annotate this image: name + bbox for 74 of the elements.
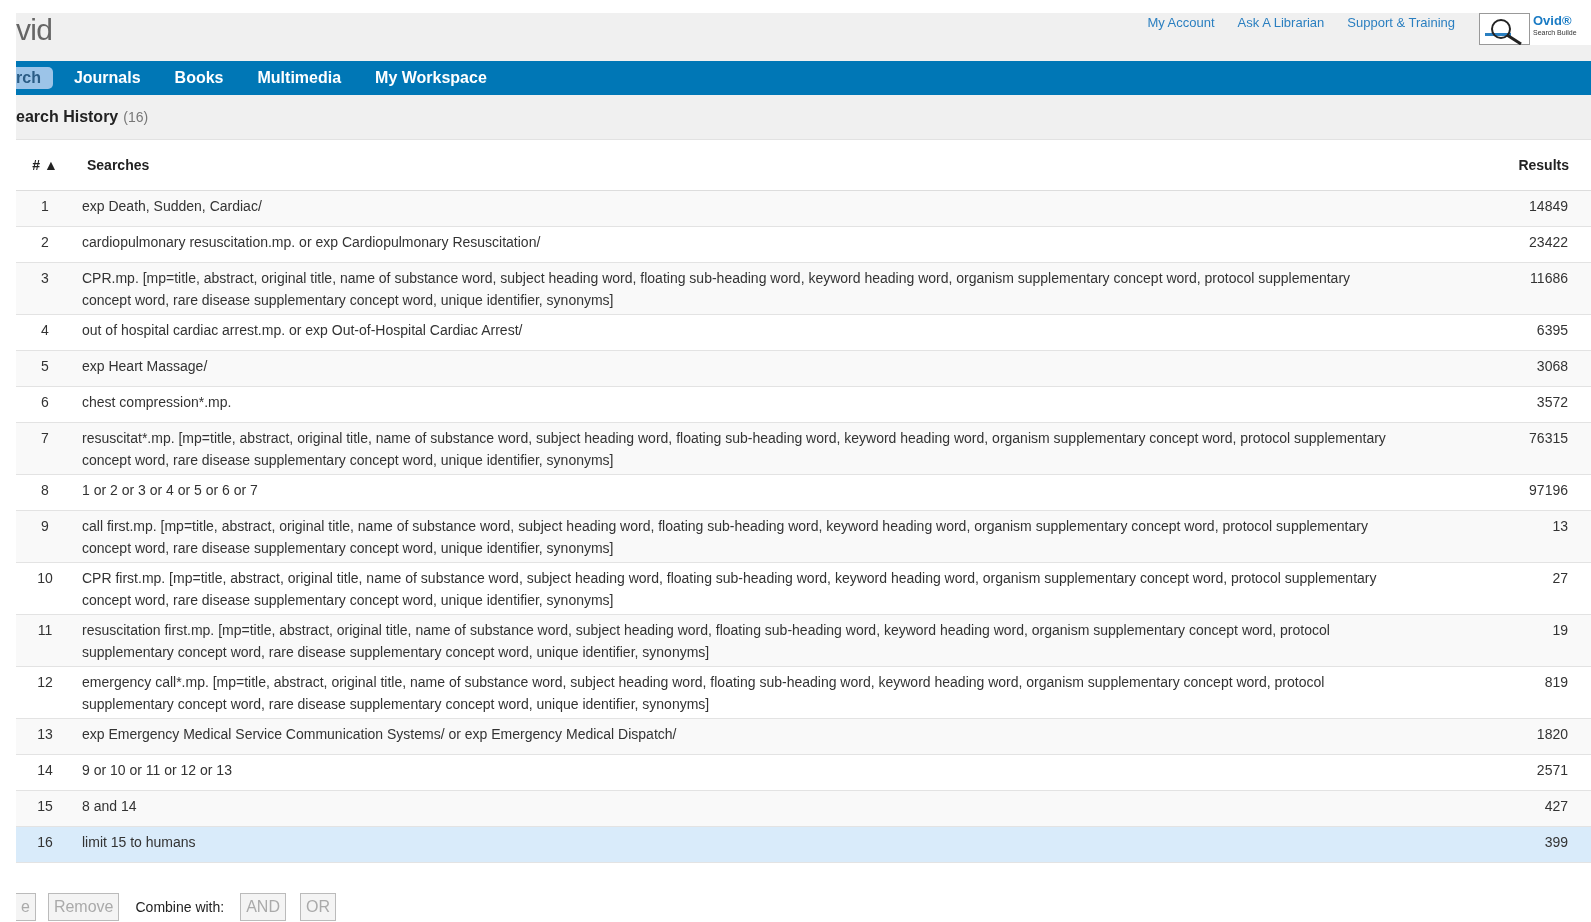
search-query: limit 15 to humans: [82, 834, 196, 850]
row-number: 12: [37, 673, 53, 692]
result-count: 11686: [1530, 269, 1568, 288]
logo: vid: [16, 15, 53, 45]
nav-tab[interactable]: Journals: [60, 67, 154, 89]
result-count: 14849: [1529, 197, 1568, 216]
row-number: 8: [41, 481, 49, 500]
item-count: (16): [123, 107, 149, 127]
search-query: CPR first.mp. [mp=title, abstract, original title, name of substance word, subject heading word, floating sub-heading word, keyword heading word, organism supplementary concept word, protocol supplementary concept word, rare disease supplementary concept word, unique identifier, synonyms]: [82, 570, 1377, 608]
search-query: call first.mp. [mp=title, abstract, original title, name of substance word, subject heading word, floating sub-heading word, keyword heading word, organism supplementary concept word, protocol supplementary concept word, rare disease supplementary concept word, unique identifier, synonyms]: [82, 518, 1368, 556]
result-count: 3068: [1536, 357, 1568, 376]
section-title: earch History: [16, 107, 119, 127]
brand-text: Ovid®: [1533, 13, 1573, 29]
row-number: 16: [37, 833, 53, 852]
result-count: 3572: [1536, 393, 1568, 412]
search-query: exp Emergency Medical Service Communication Systems/ or exp Emergency Medical Dispatch/: [82, 726, 677, 742]
search-query: 9 or 10 or 11 or 12 or 13: [82, 762, 232, 778]
row-number: 7: [41, 429, 49, 448]
row-number: 2: [41, 233, 49, 252]
result-count: 23422: [1529, 233, 1568, 252]
nav-tab[interactable]: Multimedia: [244, 67, 355, 89]
row-number: 3: [41, 269, 49, 288]
nav-tab[interactable]: Books: [161, 67, 237, 89]
result-count: 76315: [1529, 429, 1568, 448]
column-header: Searches: [87, 156, 150, 173]
search-query: resuscitation first.mp. [mp=title, abstract, original title, name of substance word, subject heading word, floating sub-heading word, keyword heading word, organism supplementary concept word, protocol supplementary concept word, rare disease supplementary concept word, unique identifier, synonyms]: [82, 622, 1330, 660]
row-number: 4: [41, 321, 49, 340]
row-number: 14: [37, 761, 53, 780]
result-count: 13: [1552, 517, 1568, 536]
result-count: 19: [1552, 621, 1568, 640]
magnifier-icon: [1479, 13, 1531, 45]
search-query: CPR.mp. [mp=title, abstract, original title, name of substance word, subject heading word, floating sub-heading word, keyword heading word, organism supplementary concept word, protocol supplementary concept word, rare disease supplementary concept word, unique identifier, synonyms]: [82, 270, 1351, 308]
result-count: 427: [1544, 797, 1568, 816]
table-row[interactable]: [16, 511, 1591, 563]
search-query: out of hospital cardiac arrest.mp. or exp Out-of-Hospital Cardiac Arrest/: [82, 322, 523, 338]
column-header: Results: [1518, 155, 1569, 175]
row-number: 11: [37, 621, 53, 640]
result-count: 1820: [1536, 725, 1568, 744]
search-query: 1 or 2 or 3 or 4 or 5 or 6 or 7: [82, 482, 258, 498]
nav-tab[interactable]: rch: [16, 67, 53, 89]
search-query: exp Heart Massage/: [82, 358, 208, 374]
search-query: 8 and 14: [82, 798, 137, 814]
table-row[interactable]: [16, 615, 1591, 667]
table-row[interactable]: [16, 263, 1591, 315]
result-count: 399: [1544, 833, 1568, 852]
row-number: 9: [41, 517, 49, 536]
row-number: 13: [37, 725, 53, 744]
header-link[interactable]: Ask A Librarian: [1237, 13, 1325, 33]
search-query: exp Death, Sudden, Cardiac/: [82, 198, 262, 214]
result-count: 819: [1544, 673, 1568, 692]
column-header[interactable]: # ▲: [32, 154, 58, 176]
table-row[interactable]: 13 exp Emergency Medical Service Communication Systems/ or exp Emergency Medical Dispatch/ 1820: [16, 719, 1591, 755]
header-link[interactable]: Support & Training: [1347, 13, 1455, 33]
result-count: 6395: [1536, 321, 1568, 340]
table-row[interactable]: 15 8 and 14 427: [16, 791, 1591, 827]
table-row[interactable]: 16 limit 15 to humans 399: [16, 827, 1591, 863]
table-row[interactable]: 1 exp Death, Sudden, Cardiac/ 14849: [16, 191, 1591, 227]
combine-label: Combine with:: [134, 897, 226, 917]
header-link[interactable]: My Account: [1147, 13, 1215, 33]
search-query: emergency call*.mp. [mp=title, abstract, original title, name of substance word, subject heading word, floating sub-heading word, keyword heading word, organism supplementary concept word, protocol supplementary concept word, rare disease supplementary concept word, unique identifier, synonyms]: [82, 674, 1325, 712]
row-number: 15: [37, 797, 53, 816]
result-count: 97196: [1529, 481, 1568, 500]
row-number: 6: [41, 393, 49, 412]
search-query: cardiopulmonary resuscitation.mp. or exp Cardiopulmonary Resuscitation/: [82, 234, 541, 250]
search-query: chest compression*.mp.: [82, 394, 232, 410]
result-count: 2571: [1536, 761, 1568, 780]
search-query: resuscitat*.mp. [mp=title, abstract, original title, name of substance word, subject heading word, floating sub-heading word, keyword heading word, organism supplementary concept word, protocol supplementary concept word, rare disease supplementary concept word, unique identifier, synonyms]: [82, 430, 1386, 468]
row-number: 10: [37, 569, 53, 588]
table-row[interactable]: [16, 423, 1591, 475]
result-count: 27: [1552, 569, 1568, 588]
row-number: 5: [41, 357, 49, 376]
nav-tab[interactable]: My Workspace: [362, 67, 500, 89]
row-number: 1: [41, 197, 49, 216]
table-row[interactable]: 5 exp Heart Massage/ 3068: [16, 351, 1591, 387]
